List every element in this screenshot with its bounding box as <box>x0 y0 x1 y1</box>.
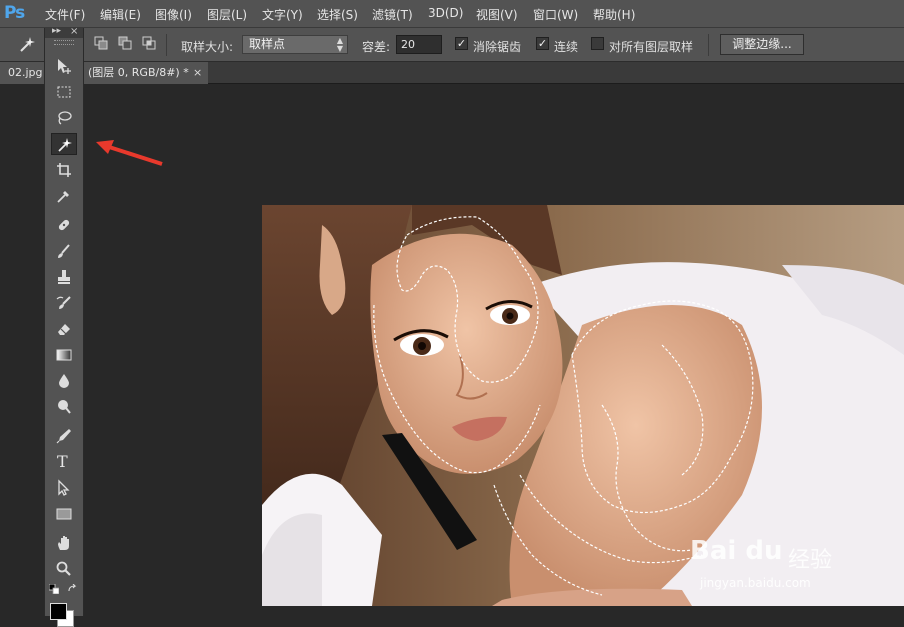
eyedropper-icon <box>57 191 69 203</box>
rectangle-tool[interactable] <box>51 503 77 525</box>
brush-tool[interactable] <box>51 240 77 262</box>
history-brush-tool[interactable] <box>51 292 77 314</box>
refine-edge-button[interactable]: 调整边缘... <box>720 34 804 55</box>
magic-wand-tool[interactable] <box>51 133 77 155</box>
marquee-tool[interactable] <box>51 81 77 103</box>
toolbox: ▸▸ × T <box>44 26 84 627</box>
menu-layer[interactable]: 图层(L) <box>207 6 247 23</box>
intersect-selection-icon[interactable] <box>142 36 156 50</box>
eyedropper-tool[interactable] <box>51 185 77 207</box>
subtract-from-selection-icon[interactable] <box>118 36 132 50</box>
options-separator <box>166 34 167 56</box>
menu-help[interactable]: 帮助(H) <box>593 6 635 23</box>
magic-wand-icon <box>58 138 72 152</box>
eraser-icon <box>58 324 70 335</box>
dropdown-arrows-icon: ▲ ▼ <box>336 36 343 53</box>
sample-size-dropdown[interactable]: 取样点 ▲ ▼ <box>242 35 348 54</box>
document-tab[interactable]: 02.jpg (图层 0, RGB/8#) * × <box>0 62 208 84</box>
blur-tool[interactable] <box>51 370 77 392</box>
tolerance-input[interactable]: 20 <box>396 35 442 54</box>
close-icon[interactable]: × <box>70 26 78 37</box>
toolbox-header: ▸▸ × <box>45 26 83 38</box>
gradient-icon <box>56 349 72 361</box>
toolbox-grip[interactable] <box>54 40 74 45</box>
rectangle-shape-icon <box>56 508 72 520</box>
move-tool[interactable] <box>51 55 77 77</box>
zoom-tool[interactable] <box>51 558 77 580</box>
menu-edit[interactable]: 编辑(E) <box>100 6 141 23</box>
gradient-tool[interactable] <box>51 344 77 366</box>
crop-icon <box>57 163 71 177</box>
pen-icon <box>56 429 71 444</box>
stamp-icon <box>58 270 70 284</box>
move-icon <box>58 59 71 74</box>
app-logo: Ps <box>4 3 25 23</box>
swap-colors-icon[interactable] <box>67 584 79 594</box>
menu-3d[interactable]: 3D(D) <box>428 6 463 20</box>
lasso-icon <box>58 111 72 125</box>
eraser-tool[interactable] <box>51 318 77 340</box>
hand-tool[interactable] <box>51 532 77 554</box>
history-brush-icon <box>56 296 71 309</box>
menu-file[interactable]: 文件(F) <box>45 6 85 23</box>
close-tab-icon[interactable]: × <box>193 62 202 84</box>
menu-image[interactable]: 图像(I) <box>155 6 192 23</box>
watermark-url: jingyan.baidu.com <box>700 576 811 590</box>
sample-size-value: 取样点 <box>249 37 286 51</box>
sample-all-layers-checkbox[interactable] <box>591 37 604 50</box>
pen-tool[interactable] <box>51 425 77 447</box>
default-colors-icon[interactable] <box>49 584 59 594</box>
hand-icon <box>58 536 69 550</box>
antialias-checkbox[interactable]: ✓ <box>455 37 468 50</box>
options-separator <box>708 34 709 56</box>
foreground-color-swatch[interactable] <box>50 603 67 620</box>
lasso-tool[interactable] <box>51 107 77 129</box>
sample-all-layers-label: 对所有图层取样 <box>609 40 694 54</box>
contiguous-checkbox[interactable]: ✓ <box>536 37 549 50</box>
sample-size-label: 取样大小: <box>181 40 234 54</box>
rectangular-marquee-icon <box>57 86 71 98</box>
magic-wand-preset-icon[interactable] <box>16 34 38 56</box>
dodge-icon <box>58 400 71 414</box>
tolerance-label: 容差: <box>362 40 391 54</box>
expand-icon[interactable]: ▸▸ <box>52 26 61 36</box>
clone-stamp-tool[interactable] <box>51 266 77 288</box>
type-tool[interactable]: T <box>51 451 77 473</box>
menu-type[interactable]: 文字(Y) <box>262 6 303 23</box>
baidu-watermark: Bai du 经验 jingyan.baidu.com <box>690 536 850 606</box>
document-tab-name: 02.jpg <box>8 66 43 79</box>
type-icon: T <box>57 452 68 471</box>
annotation-arrow-icon <box>96 140 163 166</box>
menu-bar: Ps 文件(F) 编辑(E) 图像(I) 图层(L) 文字(Y) 选择(S) 滤… <box>0 0 904 28</box>
droplet-icon <box>59 374 69 388</box>
contiguous-label: 连续 <box>554 40 579 54</box>
healing-brush-tool[interactable] <box>51 214 77 236</box>
menu-window[interactable]: 窗口(W) <box>533 6 578 23</box>
document-tab-info: (图层 0, RGB/8#) * <box>88 66 189 79</box>
dodge-tool[interactable] <box>51 396 77 418</box>
path-selection-icon <box>58 479 70 496</box>
watermark-label: 经验 <box>788 548 833 573</box>
path-selection-tool[interactable] <box>51 477 77 499</box>
menu-filter[interactable]: 滤镜(T) <box>372 6 413 23</box>
bandage-icon <box>58 219 70 231</box>
add-to-selection-icon[interactable] <box>94 36 108 50</box>
menu-select[interactable]: 选择(S) <box>317 6 358 23</box>
zoom-icon <box>56 561 71 576</box>
document-tab-bar: 02.jpg (图层 0, RGB/8#) * × <box>0 62 904 84</box>
options-bar: 取样大小: 取样点 ▲ ▼ 容差: 20 ✓ 消除锯齿 ✓ 连续 对所有图层取样 … <box>0 28 904 62</box>
antialias-label: 消除锯齿 <box>473 40 522 54</box>
crop-tool[interactable] <box>51 159 77 181</box>
watermark-logo: Bai du <box>690 536 783 566</box>
brush-icon <box>58 244 70 258</box>
menu-view[interactable]: 视图(V) <box>476 6 518 23</box>
